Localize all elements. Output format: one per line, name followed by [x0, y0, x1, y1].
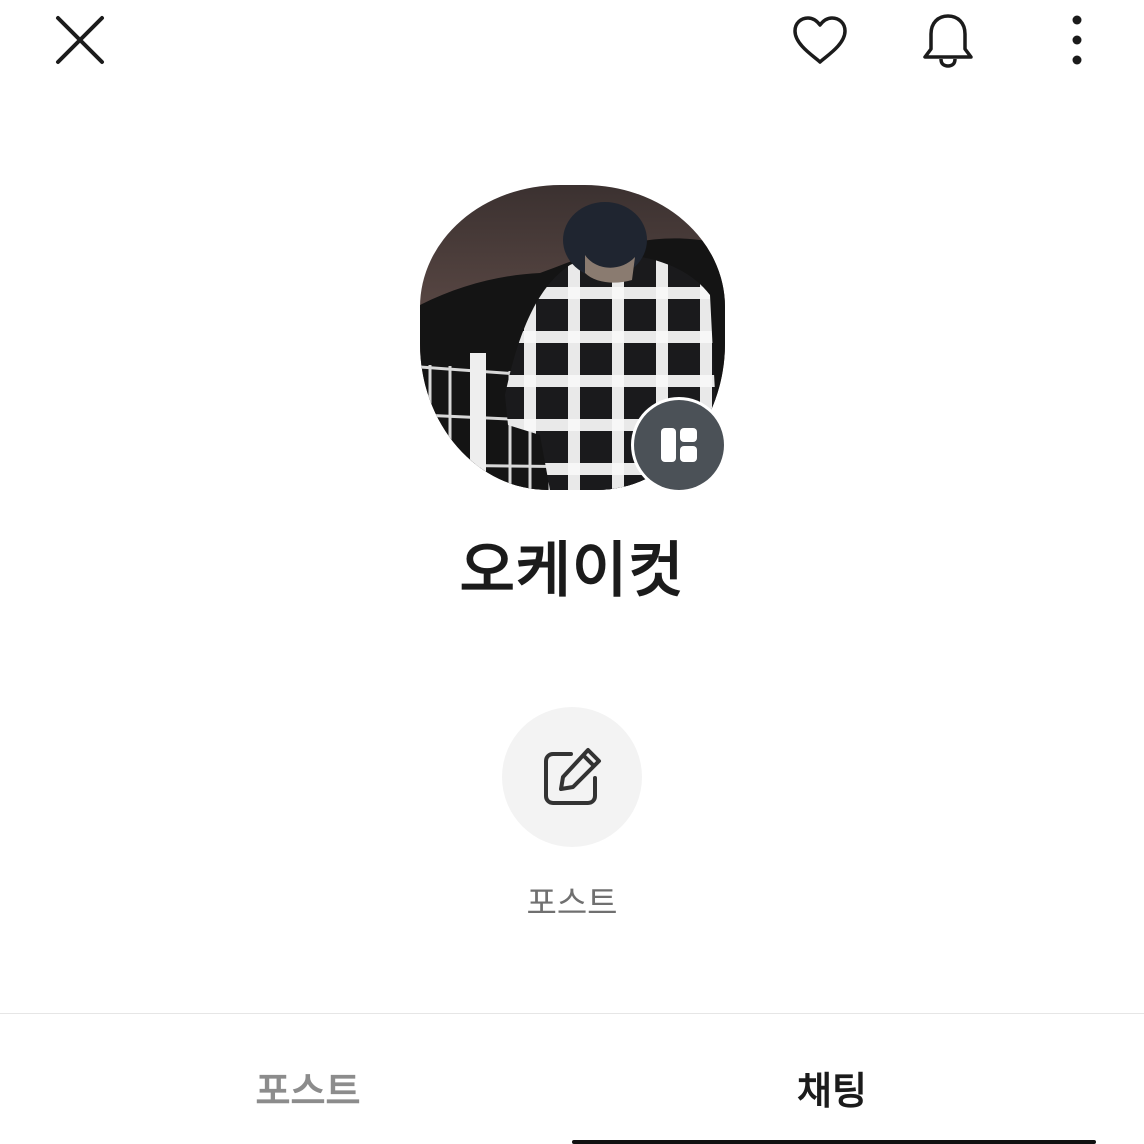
- tab-divider: [0, 1013, 1144, 1014]
- write-post-button[interactable]: [502, 707, 642, 847]
- channel-badge: [634, 400, 724, 490]
- profile-avatar-container[interactable]: [420, 185, 725, 490]
- more-button[interactable]: [1047, 10, 1107, 70]
- more-vertical-icon: [1072, 15, 1082, 65]
- like-button[interactable]: [790, 10, 850, 70]
- write-post-label: 포스트: [526, 883, 618, 922]
- profile-page: 오케이컷 포스트 포스트 채팅: [0, 0, 1144, 1144]
- heart-icon: [793, 16, 847, 64]
- tab-posts[interactable]: 포스트: [22, 1030, 594, 1144]
- close-icon: [56, 16, 104, 64]
- channel-badge-icon: [661, 428, 697, 462]
- profile-name: 오케이컷: [459, 536, 685, 606]
- bell-icon: [923, 14, 973, 68]
- active-tab-indicator: [572, 1140, 1096, 1144]
- notification-button[interactable]: [918, 10, 978, 70]
- close-button[interactable]: [50, 10, 110, 70]
- tab-chat[interactable]: 채팅: [546, 1030, 1118, 1144]
- edit-icon: [544, 748, 601, 805]
